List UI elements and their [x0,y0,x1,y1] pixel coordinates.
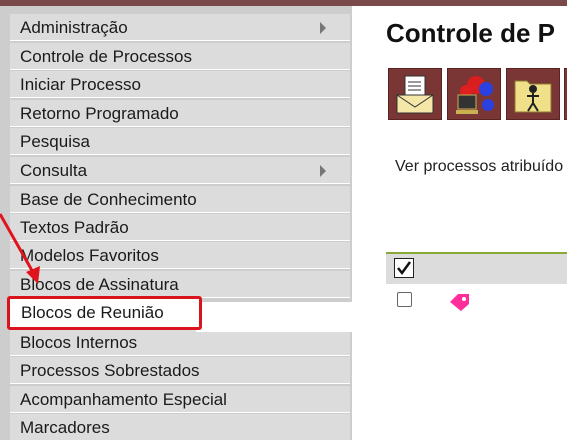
active-row-background [196,302,352,332]
sidebar-item-consulta[interactable]: Consulta [10,157,350,184]
toolbar-button-network[interactable] [447,68,501,120]
sidebar-item-modelos-favoritos[interactable]: Modelos Favoritos [10,242,350,269]
sidebar-item-iniciar-processo[interactable]: Iniciar Processo [10,71,350,98]
sidebar-item-processos-sobrestados[interactable]: Processos Sobrestados [10,357,350,384]
sidebar-item-pesquisa[interactable]: Pesquisa [10,128,350,155]
envelope-document-icon [396,75,434,114]
sidebar-item-marcadores[interactable]: Marcadores [10,414,350,441]
sidebar-item-label: Controle de Processos [20,47,192,66]
sidebar-item-acompanhamento-especial[interactable]: Acompanhamento Especial [10,386,350,413]
page-title: Controle de P [386,18,556,48]
sidebar-item-label: Blocos Internos [20,333,138,352]
sidebar-item-blocos-internos[interactable]: Blocos Internos [10,329,350,356]
view-assigned-processes-text[interactable]: Ver processos atribuído [395,158,563,176]
row-checkbox[interactable] [397,292,412,307]
sidebar-item-blocos-de-reuniao[interactable]: Blocos de Reunião [7,296,202,330]
sidebar-item-label: Consulta [20,161,88,180]
main-content: Controle de P Ver processos atribuído [352,6,567,440]
annotation-arrow-icon [0,213,40,284]
network-computer-icon [456,76,494,114]
sidebar-item-label: Acompanhamento Especial [20,390,227,409]
sidebar-item-label: Processos Sobrestados [20,361,200,380]
sidebar-item-label: Iniciar Processo [20,75,141,94]
submenu-arrow-icon [320,165,326,177]
sidebar-item-label: Blocos de Reunião [21,303,164,322]
sidebar-item-controle-de-processos[interactable]: Controle de Processos [10,43,350,70]
sidebar-item-label: Marcadores [20,418,110,437]
sidebar-item-label: Pesquisa [20,132,90,151]
table-header [386,254,567,284]
select-all-checkbox[interactable] [394,258,414,278]
sidebar-item-textos-padrao[interactable]: Textos Padrão [10,214,350,241]
sidebar-item-administracao[interactable]: Administração [10,14,350,41]
folder-person-icon [514,80,552,113]
sidebar-item-label: Retorno Programado [20,104,179,123]
checkmark-icon [397,261,412,276]
submenu-arrow-icon [320,22,326,34]
marker-tag-icon[interactable] [448,290,472,312]
sidebar-item-retorno-programado[interactable]: Retorno Programado [10,100,350,127]
sidebar-item-label: Administração [20,18,128,37]
sidebar-item-base-de-conhecimento[interactable]: Base de Conhecimento [10,186,350,213]
toolbar-button-new-document[interactable] [388,68,442,120]
toolbar-button-assign[interactable] [506,68,560,120]
sidebar-item-blocos-de-assinatura[interactable]: Blocos de Assinatura [10,271,350,298]
